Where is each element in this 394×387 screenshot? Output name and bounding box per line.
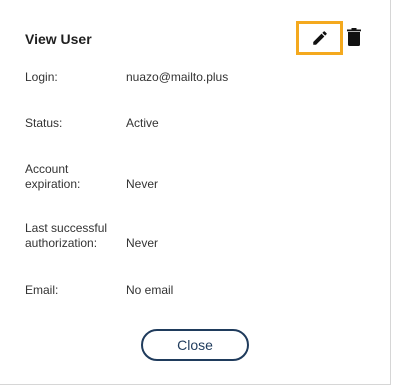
status-value: Active [126,116,159,130]
close-button[interactable]: Close [141,329,249,361]
login-value: nuazo@mailto.plus [126,70,229,84]
email-label: Email: [25,283,59,297]
account-expiration-label-line2: expiration: [25,177,81,191]
pencil-icon [312,31,327,45]
edit-button[interactable] [296,21,343,55]
dialog-title: View User [25,31,92,47]
view-user-dialog: View User Login: nuazo@mailto.plus Statu… [0,0,391,385]
delete-button[interactable] [346,27,362,47]
email-value: No email [126,283,174,297]
last-auth-value: Never [126,236,159,250]
account-expiration-label-line1: Account [25,162,69,176]
trash-icon [347,28,361,46]
account-expiration-value: Never [126,177,159,191]
login-label: Login: [25,70,58,84]
status-label: Status: [25,116,63,130]
last-auth-label-line2: authorization: [25,236,98,250]
last-auth-label-line1: Last successful [25,221,108,235]
